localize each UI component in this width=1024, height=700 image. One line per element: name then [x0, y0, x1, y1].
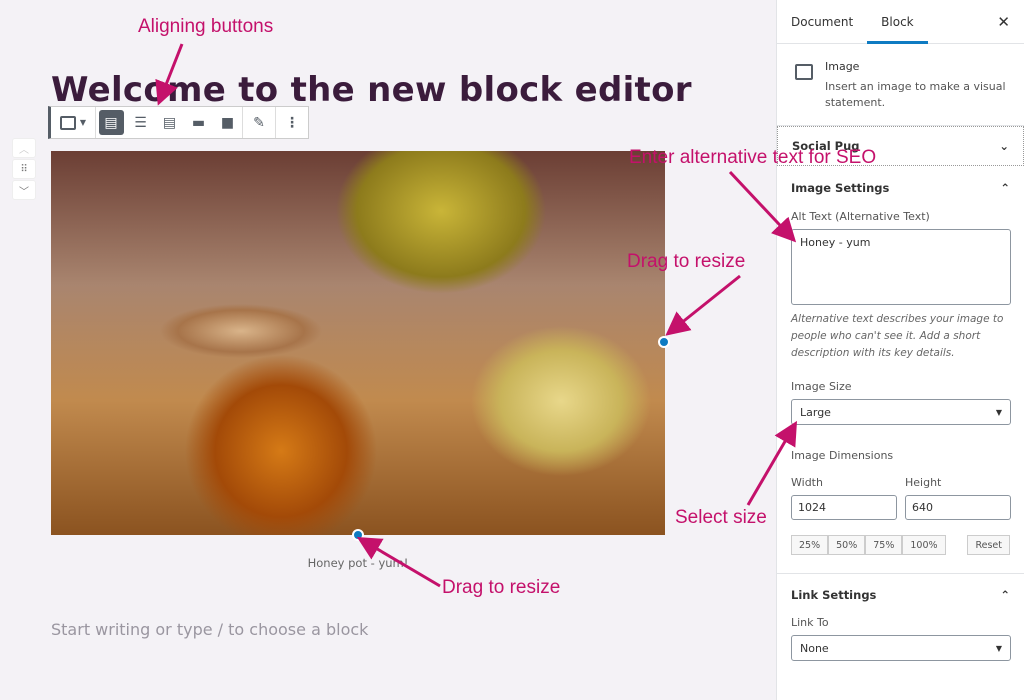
- block-name: Image: [825, 60, 860, 73]
- size-25-button[interactable]: 25%: [791, 535, 829, 555]
- align-left-icon: ▤: [98, 110, 124, 135]
- settings-sidebar: Document Block ✕ Image Insert an image t…: [776, 0, 1024, 700]
- annotation-drag-bottom: Drag to resize: [442, 577, 561, 598]
- width-label: Width: [791, 476, 823, 489]
- more-options-button[interactable]: ⋮: [276, 107, 308, 138]
- size-100-button[interactable]: 100%: [902, 535, 946, 555]
- align-center-button[interactable]: ☰: [126, 107, 155, 138]
- link-settings-toggle[interactable]: Link Settings ⌃: [777, 574, 1024, 616]
- annotation-alt-text: Enter alternative text for SEO: [629, 147, 877, 168]
- chevron-down-icon: ﹀: [19, 186, 29, 198]
- caret-down-icon: ▼: [995, 643, 1002, 653]
- chevron-up-icon: ⌃: [1000, 588, 1010, 602]
- alt-text-help: Alternative text describes your image to…: [791, 313, 1004, 359]
- image-dimensions-label: Image Dimensions: [791, 449, 894, 462]
- move-down-button[interactable]: ﹀: [12, 180, 36, 200]
- caret-down-icon: ▼: [79, 118, 87, 127]
- link-to-label: Link To: [791, 616, 829, 629]
- post-title[interactable]: Welcome to the new block editor: [51, 70, 692, 110]
- pencil-icon: ✎: [253, 114, 265, 131]
- align-right-icon: ▤: [162, 114, 177, 131]
- block-toolbar: ▼ ▤ ☰ ▤ ▬ ■ ✎ ⋮: [48, 106, 309, 139]
- honey-image[interactable]: [51, 151, 665, 535]
- move-up-button[interactable]: ︿: [12, 138, 36, 158]
- chevron-up-icon: ︿: [19, 144, 29, 156]
- width-input[interactable]: 1024: [791, 495, 897, 520]
- align-left-button[interactable]: ▤: [96, 107, 126, 138]
- size-50-button[interactable]: 50%: [828, 535, 866, 555]
- align-right-button[interactable]: ▤: [155, 107, 184, 138]
- alt-text-label: Alt Text (Alternative Text): [791, 210, 930, 223]
- height-label: Height: [905, 476, 942, 489]
- panel-title: Image Settings: [791, 181, 890, 195]
- wide-width-button[interactable]: ▬: [184, 107, 213, 138]
- drag-icon: ⠿: [20, 163, 28, 175]
- image-size-select[interactable]: Large ▼: [791, 399, 1011, 425]
- link-to-select[interactable]: None ▼: [791, 635, 1011, 661]
- tab-block[interactable]: Block: [867, 0, 928, 44]
- drag-handle[interactable]: ⠿: [12, 159, 36, 179]
- block-description: Insert an image to make a visual stateme…: [825, 80, 1006, 109]
- resize-handle-right[interactable]: [658, 336, 670, 348]
- panel-title: Link Settings: [791, 588, 877, 602]
- block-type-button[interactable]: ▼: [51, 107, 96, 138]
- size-75-button[interactable]: 75%: [865, 535, 903, 555]
- image-settings-toggle[interactable]: Image Settings ⌃: [777, 166, 1024, 210]
- wide-width-icon: ▬: [191, 114, 206, 131]
- block-card: Image Insert an image to make a visual s…: [777, 44, 1024, 126]
- tab-document[interactable]: Document: [777, 0, 867, 44]
- image-icon: [795, 64, 813, 80]
- annotation-drag-right: Drag to resize: [627, 251, 746, 272]
- close-icon[interactable]: ✕: [997, 13, 1010, 31]
- select-value: None: [800, 641, 829, 655]
- image-caption[interactable]: Honey pot - yum!: [51, 556, 665, 570]
- alt-text-input[interactable]: Honey - yum: [791, 229, 1011, 305]
- select-value: Large: [800, 405, 831, 419]
- align-center-icon: ☰: [134, 114, 147, 131]
- image-icon: [59, 115, 76, 130]
- resize-handle-bottom[interactable]: [352, 529, 364, 541]
- full-width-icon: ■: [220, 114, 235, 131]
- annotation-aligning: Aligning buttons: [138, 16, 274, 37]
- annotation-select-size: Select size: [675, 507, 767, 528]
- full-width-button[interactable]: ■: [213, 107, 243, 138]
- reset-button[interactable]: Reset: [967, 535, 1010, 555]
- image-size-label: Image Size: [791, 380, 852, 393]
- chevron-up-icon: ⌃: [1000, 181, 1010, 195]
- height-input[interactable]: 640: [905, 495, 1011, 520]
- chevron-down-icon: ⌄: [999, 139, 1009, 153]
- arrow-drag-right: [665, 274, 741, 336]
- caret-down-icon: ▼: [995, 407, 1002, 417]
- block-placeholder[interactable]: Start writing or type / to choose a bloc…: [51, 620, 368, 639]
- edit-image-button[interactable]: ✎: [243, 107, 276, 138]
- more-options-icon: ⋮: [285, 114, 299, 131]
